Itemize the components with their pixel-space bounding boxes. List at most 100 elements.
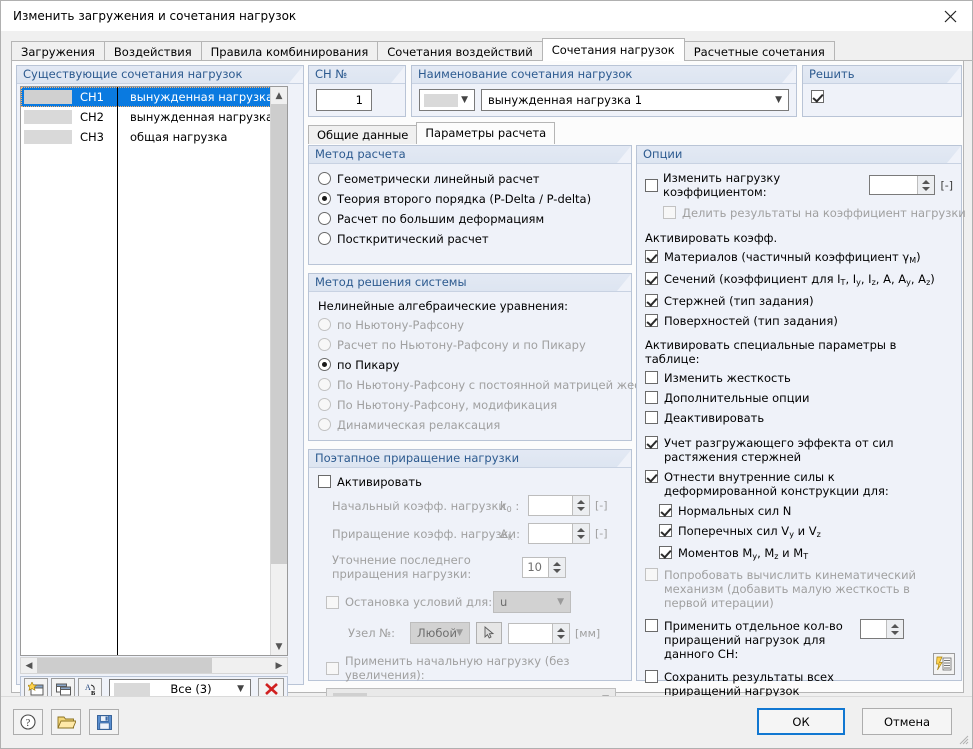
ok-button[interactable]: ОК [757, 708, 845, 735]
separate-increments-spinner[interactable] [860, 619, 904, 639]
divide-results-row[interactable]: Делить результаты на коэффициент нагрузк… [663, 206, 966, 220]
list-horizontal-scrollbar[interactable]: ◀ ▶ [20, 657, 288, 674]
scroll-right-icon[interactable]: ▶ [271, 661, 287, 671]
coeff-surfaces-checkbox[interactable] [645, 314, 658, 327]
deformed-normal-checkbox[interactable] [659, 504, 672, 517]
radio-row-constant-stiffness[interactable]: По Ньютону-Рафсону с постоянной матрицей… [318, 378, 682, 392]
help-button[interactable]: ? [13, 709, 43, 735]
activate-increment-row[interactable]: Активировать [318, 475, 622, 489]
divide-results-checkbox[interactable] [663, 206, 676, 219]
list-vertical-scrollbar[interactable]: ▲ ▼ [270, 87, 287, 655]
modify-load-spinner[interactable] [869, 175, 936, 195]
initial-load-checkbox[interactable] [326, 661, 339, 675]
coeff-members-row[interactable]: Стержней (тип задания) [645, 294, 953, 308]
initial-factor-spinner[interactable] [528, 495, 590, 516]
cancel-button[interactable]: Отмена [862, 708, 952, 735]
radio-dynamic-relaxation[interactable] [318, 418, 331, 431]
tab-vozdeystviya[interactable]: Воздействия [103, 41, 202, 61]
tab-raschetnye-sochetaniya[interactable]: Расчетные сочетания [683, 41, 835, 61]
separate-increments-checkbox[interactable] [645, 619, 658, 632]
radio-large-deformations[interactable] [318, 212, 331, 225]
calculation-parameters-button[interactable] [933, 653, 955, 675]
special-extra-row[interactable]: Дополнительные опции [645, 391, 953, 405]
refinement-spinner[interactable]: 10 [522, 556, 566, 578]
deformed-shear-row[interactable]: Поперечных сил Vy и Vz [659, 524, 953, 540]
radio-picard[interactable] [318, 358, 331, 371]
deformed-forces-checkbox[interactable] [645, 470, 658, 483]
tension-relief-row[interactable]: Учет разгружающего эффекта от сил растяж… [645, 436, 953, 464]
spinner-arrows[interactable] [552, 623, 569, 643]
radio-row-picard[interactable]: по Пикару [318, 358, 622, 372]
special-deactivate-checkbox[interactable] [645, 411, 658, 424]
deformed-moments-checkbox[interactable] [659, 546, 672, 559]
modify-load-row[interactable]: Изменить нагрузку коэффициентом: [-] [645, 171, 953, 199]
activate-increment-checkbox[interactable] [318, 475, 331, 488]
scroll-up-icon[interactable]: ▲ [271, 87, 287, 104]
combination-name-combo[interactable]: вынужденная нагрузка 1 ▼ [481, 89, 789, 111]
tab-parametry-rascheta[interactable]: Параметры расчета [416, 122, 556, 144]
node-value-spinner[interactable] [508, 622, 570, 644]
deformed-shear-checkbox[interactable] [659, 524, 672, 537]
deformed-normal-row[interactable]: Нормальных сил N [659, 504, 953, 518]
node-combo[interactable]: Любой ▼ [410, 622, 470, 644]
coeff-sections-checkbox[interactable] [645, 272, 658, 285]
list-item[interactable]: СН2 вынужденная нагрузка 2 [21, 107, 287, 127]
radio-row-second-order[interactable]: Теория второго порядка (P-Delta / P-delt… [318, 192, 622, 206]
coeff-members-checkbox[interactable] [645, 294, 658, 307]
scroll-left-icon[interactable]: ◀ [21, 661, 37, 671]
separate-increments-row[interactable]: Применить отдельное кол-во приращений на… [645, 619, 953, 661]
kinematic-row[interactable]: Попробовать вычислить кинематический мех… [645, 568, 953, 610]
radio-constant-stiffness[interactable] [318, 378, 331, 391]
radio-newton-raphson[interactable] [318, 318, 331, 331]
combination-type-combo[interactable]: ▼ [419, 89, 475, 111]
radio-row-newton-modified[interactable]: По Ньютону-Рафсону, модификация [318, 398, 622, 412]
special-extra-checkbox[interactable] [645, 391, 658, 404]
list-item[interactable]: СН1 вынужденная нагрузка 1 [21, 87, 287, 107]
spinner-arrows[interactable] [917, 176, 935, 194]
coeff-materials-row[interactable]: Материалов (частичный коэффициент γM) [645, 250, 953, 266]
tab-sochetaniya-vozdeystviy[interactable]: Сочетания воздействий [377, 41, 543, 61]
spinner-arrows[interactable] [572, 524, 589, 543]
save-all-results-row[interactable]: Сохранить результаты всех приращений наг… [645, 670, 953, 698]
close-button[interactable] [928, 1, 972, 31]
break-condition-checkbox[interactable] [326, 595, 339, 609]
tension-relief-checkbox[interactable] [645, 436, 658, 449]
break-condition-row[interactable]: Остановка условий для: u ▼ [326, 591, 622, 613]
radio-row-geom-linear[interactable]: Геометрически линейный расчет [318, 172, 622, 186]
modify-load-checkbox[interactable] [645, 178, 658, 192]
radio-row-dynamic-relaxation[interactable]: Динамическая релаксация [318, 418, 622, 432]
scroll-down-icon[interactable]: ▼ [271, 638, 287, 655]
tab-sochetaniya-nagruzok[interactable]: Сочетания нагрузок [541, 38, 685, 61]
special-deactivate-row[interactable]: Деактивировать [645, 411, 953, 425]
save-all-results-checkbox[interactable] [645, 670, 658, 683]
solve-checkbox[interactable] [811, 90, 824, 103]
spinner-arrows[interactable] [886, 620, 903, 638]
radio-newton-picard[interactable] [318, 338, 331, 351]
tab-pravila-kombinirovaniya[interactable]: Правила комбинирования [200, 41, 379, 61]
special-stiffness-row[interactable]: Изменить жесткость [645, 371, 953, 385]
open-button[interactable] [51, 709, 81, 735]
radio-newton-modified[interactable] [318, 398, 331, 411]
kinematic-checkbox[interactable] [645, 568, 658, 581]
radio-second-order[interactable] [318, 192, 331, 205]
deformed-forces-row[interactable]: Отнести внутренние силы к деформированно… [645, 470, 953, 498]
save-button[interactable] [89, 709, 119, 735]
radio-postcritical[interactable] [318, 232, 331, 245]
scroll-thumb[interactable] [271, 104, 287, 564]
spinner-arrows[interactable] [548, 557, 565, 577]
list-item[interactable]: СН3 общая нагрузка [21, 127, 287, 147]
tab-zagruzheniya[interactable]: Загружения [11, 41, 105, 61]
increment-factor-spinner[interactable] [528, 523, 590, 544]
combination-number-input[interactable]: 1 [316, 89, 372, 111]
tab-obshchie-dannye[interactable]: Общие данные [308, 125, 418, 144]
break-condition-combo[interactable]: u ▼ [493, 591, 571, 613]
radio-row-newton-picard[interactable]: Расчет по Ньютону-Рафсону и по Пикару [318, 338, 622, 352]
hscroll-thumb[interactable] [37, 658, 212, 673]
pick-node-button[interactable] [476, 622, 502, 644]
radio-row-large-deformations[interactable]: Расчет по большим деформациям [318, 212, 622, 226]
radio-geom-linear[interactable] [318, 172, 331, 185]
radio-row-postcritical[interactable]: Посткритический расчет [318, 232, 622, 246]
load-combination-list[interactable]: СН1 вынужденная нагрузка 1 СН2 вынужденн… [20, 86, 288, 656]
special-stiffness-checkbox[interactable] [645, 371, 658, 384]
deformed-moments-row[interactable]: Моментов My, Mz и MT [659, 546, 953, 562]
